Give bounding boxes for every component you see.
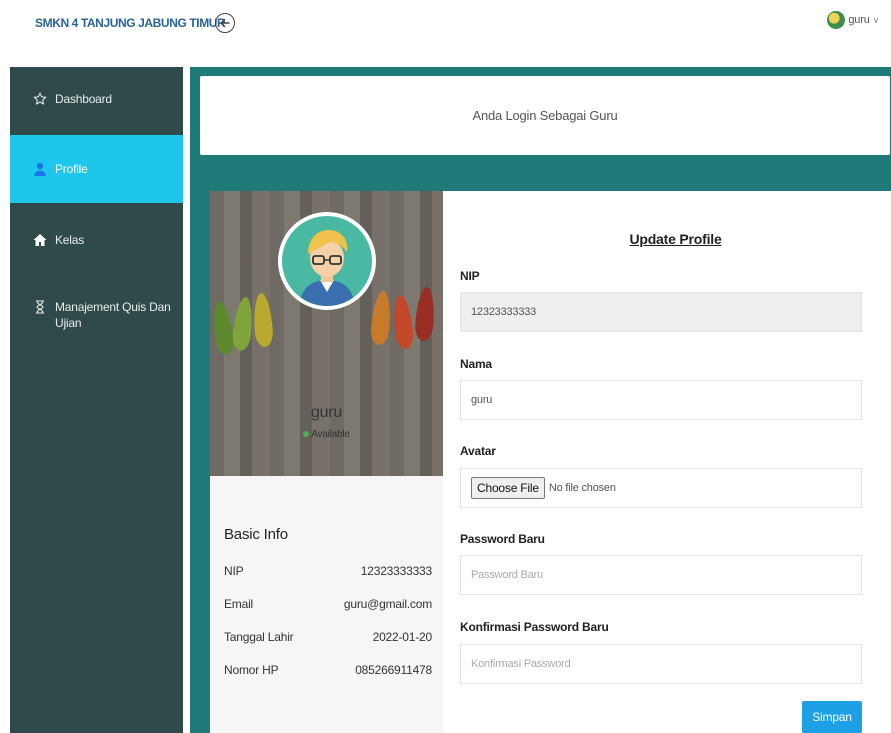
info-value: 085266911478 bbox=[355, 663, 432, 677]
nip-field: 12323333333 bbox=[460, 292, 862, 332]
sidebar-item-label: Kelas bbox=[55, 233, 85, 247]
profile-card: guru Available Basic Info NIP 1232333333… bbox=[210, 191, 443, 733]
top-bar: SMKN 4 TANJUNG JABUNG TIMUR guru ∨ bbox=[0, 0, 891, 50]
info-label: Nomor HP bbox=[224, 663, 279, 677]
content-panel: guru Available Basic Info NIP 1232333333… bbox=[210, 191, 891, 733]
main-area: Anda Login Sebagai Guru guru Available B… bbox=[190, 67, 891, 733]
back-arrow-circle-icon[interactable] bbox=[215, 13, 235, 33]
sidebar-item-kelas[interactable]: Kelas bbox=[10, 203, 183, 273]
info-value: guru@gmail.com bbox=[343, 597, 432, 611]
star-icon bbox=[33, 92, 47, 105]
sidebar-item-profile[interactable]: Profile bbox=[10, 135, 183, 203]
brand-title[interactable]: SMKN 4 TANJUNG JABUNG TIMUR bbox=[35, 16, 226, 30]
nip-label: NIP bbox=[460, 269, 480, 283]
sidebar-item-manajement[interactable]: Manajement Quis Dan Ujian bbox=[10, 273, 183, 343]
info-row-email: Email guru@gmail.com bbox=[224, 597, 432, 611]
leaf-image bbox=[252, 292, 274, 348]
leaf-image bbox=[231, 296, 255, 352]
confirm-password-label: Konfirmasi Password Baru bbox=[460, 620, 609, 634]
status-badge: Available bbox=[210, 429, 443, 440]
nama-label: Nama bbox=[460, 357, 492, 371]
update-profile-form: Update Profile NIP 12323333333 Nama guru… bbox=[460, 191, 891, 733]
nama-field[interactable]: guru bbox=[460, 380, 862, 420]
status-dot bbox=[303, 431, 310, 437]
file-status: No file chosen bbox=[548, 482, 616, 494]
user-menu[interactable]: guru ∨ bbox=[827, 11, 879, 29]
chevron-down-icon: ∨ bbox=[872, 14, 880, 25]
login-notice: Anda Login Sebagai Guru bbox=[200, 76, 890, 155]
basic-info-title: Basic Info bbox=[224, 526, 288, 543]
info-row-nip: NIP 12323333333 bbox=[224, 564, 432, 578]
info-row-tanggal-lahir: Tanggal Lahir 2022-01-20 bbox=[224, 630, 432, 644]
user-avatar bbox=[827, 11, 846, 29]
avatar bbox=[278, 212, 376, 310]
leaf-image bbox=[369, 290, 393, 346]
info-value: 12323333333 bbox=[360, 564, 432, 578]
sidebar-item-label: Dashboard bbox=[55, 92, 112, 106]
leaf-image bbox=[210, 300, 236, 356]
info-label: NIP bbox=[224, 564, 244, 578]
password-label: Password Baru bbox=[460, 532, 545, 546]
leaf-image bbox=[414, 286, 436, 342]
avatar-file-input[interactable]: Choose File No file chosen bbox=[460, 468, 862, 508]
sidebar: Dashboard Profile Kelas Manajement Quis … bbox=[10, 67, 183, 733]
home-icon bbox=[33, 234, 47, 246]
info-label: Tanggal Lahir bbox=[224, 630, 294, 644]
form-title: Update Profile bbox=[629, 231, 722, 247]
save-button[interactable]: Simpan bbox=[802, 701, 862, 733]
user-icon bbox=[34, 162, 46, 176]
leaf-image bbox=[391, 294, 415, 350]
password-field[interactable]: Password Baru bbox=[460, 555, 862, 595]
user-name: guru bbox=[848, 14, 870, 26]
avatar-label: Avatar bbox=[460, 444, 496, 458]
sidebar-item-dashboard[interactable]: Dashboard bbox=[10, 67, 183, 135]
profile-name: guru bbox=[310, 404, 343, 421]
profile-cover: guru Available bbox=[210, 191, 443, 476]
sidebar-item-label: Profile bbox=[55, 162, 88, 176]
info-row-nomor-hp: Nomor HP 085266911478 bbox=[224, 663, 432, 677]
info-value: 2022-01-20 bbox=[372, 630, 433, 644]
hourglass-icon bbox=[36, 300, 44, 314]
info-label: Email bbox=[224, 597, 254, 611]
choose-file-button[interactable]: Choose File bbox=[471, 477, 545, 499]
sidebar-item-label: Manajement Quis Dan Ujian bbox=[55, 300, 171, 330]
status-text: Available bbox=[311, 429, 350, 440]
confirm-password-field[interactable]: Konfirmasi Password bbox=[460, 644, 862, 684]
